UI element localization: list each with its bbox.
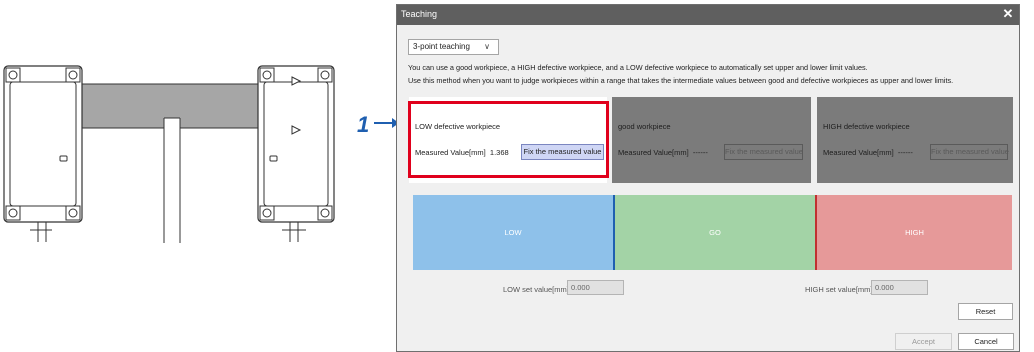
good-fix-measured-button[interactable]: Fix the measured value <box>724 144 803 160</box>
good-workpiece-panel: good workpiece Measured Value[mm] ------… <box>612 97 811 183</box>
go-zone: GO <box>615 195 815 270</box>
high-fix-measured-button[interactable]: Fix the measured value <box>930 144 1009 160</box>
teaching-mode-select[interactable]: 3-point teaching ∨ <box>408 39 499 55</box>
low-set-value-field[interactable]: 0.000 <box>567 280 624 295</box>
high-set-value-label: HIGH set value[mm] <box>805 285 873 294</box>
accept-button[interactable]: Accept <box>895 333 952 350</box>
right-sensor <box>257 65 335 242</box>
step-highlight-box <box>408 101 609 178</box>
low-zone: LOW <box>413 195 613 270</box>
dialog-title: Teaching <box>401 9 438 19</box>
good-measured-value: ------ <box>692 148 708 157</box>
good-measured-label: Measured Value[mm] ------ <box>618 148 708 157</box>
teaching-mode-value: 3-point teaching <box>413 42 470 51</box>
low-set-value-label: LOW set value[mm] <box>503 285 569 294</box>
high-zone: HIGH <box>817 195 1012 270</box>
sensor-illustration <box>3 65 335 243</box>
high-limit-divider <box>815 195 817 270</box>
low-limit-divider <box>613 195 615 270</box>
description-line-1: You can use a good workpiece, a HIGH def… <box>408 63 868 72</box>
high-measured-value: ------ <box>897 148 913 157</box>
title-bar: Teaching ✕ <box>397 5 1019 25</box>
high-panel-title: HIGH defective workpiece <box>823 122 910 131</box>
step-number: 1 <box>357 112 370 137</box>
chevron-down-icon: ∨ <box>484 42 490 51</box>
reset-button[interactable]: Reset <box>958 303 1013 320</box>
high-set-value-field[interactable]: 0.000 <box>871 280 928 295</box>
left-sensor <box>3 65 83 242</box>
workpiece-gap <box>164 118 180 243</box>
description-line-2: Use this method when you want to judge w… <box>408 76 954 85</box>
cancel-button[interactable]: Cancel <box>958 333 1014 350</box>
good-panel-title: good workpiece <box>618 122 671 131</box>
screenshot-root: 1 Teaching ✕ 3-point teaching ∨ You can … <box>0 0 1034 352</box>
high-measured-label: Measured Value[mm] ------ <box>823 148 913 157</box>
high-defective-panel: HIGH defective workpiece Measured Value[… <box>817 97 1013 183</box>
teaching-dialog: Teaching ✕ 3-point teaching ∨ You can us… <box>396 4 1020 352</box>
close-icon[interactable]: ✕ <box>1001 7 1015 21</box>
